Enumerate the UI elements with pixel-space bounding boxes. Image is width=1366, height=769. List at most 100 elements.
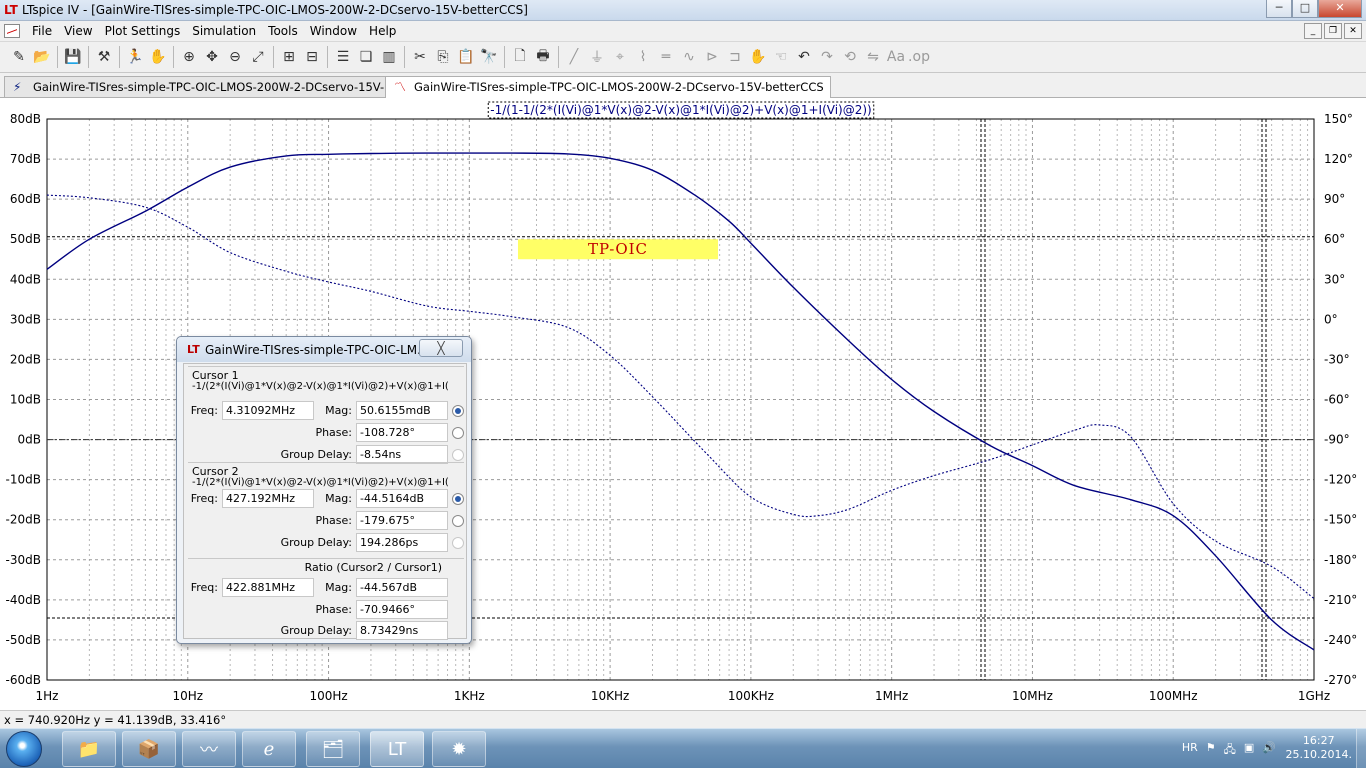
close-button[interactable]: ✕ [1318, 0, 1362, 18]
network-icon[interactable]: 🖧 [1224, 741, 1236, 760]
paste-icon[interactable]: 📋 [455, 46, 477, 68]
folder-window-taskbar-icon[interactable]: 🗂 [306, 731, 360, 767]
menu-simulation[interactable]: Simulation [186, 24, 262, 39]
display-icon[interactable]: ▣ [1244, 741, 1254, 760]
menu-help[interactable]: Help [363, 24, 402, 39]
zoom-pan-icon[interactable]: ✥ [201, 46, 223, 68]
scope-taskbar-icon[interactable]: 〰 [182, 731, 236, 767]
x-tick-label: 1MHz [875, 689, 908, 703]
diode-icon[interactable]: ⊳ [701, 46, 723, 68]
redo-icon[interactable]: ↷ [816, 46, 838, 68]
y-left-tick-label: -10dB [6, 473, 41, 487]
menu-tools[interactable]: Tools [262, 24, 304, 39]
ratio-phase-field[interactable]: -70.9466° [356, 600, 448, 619]
cursor-dialog[interactable]: LT GainWire-TISres-simple-TPC-OIC-LM... … [176, 336, 472, 644]
resistor-icon[interactable]: ⌇ [632, 46, 654, 68]
minimize-button[interactable]: ─ [1266, 0, 1292, 18]
grid-icon[interactable]: ⊟ [301, 46, 323, 68]
start-button[interactable] [6, 731, 42, 767]
cursor1-mag-field[interactable]: 50.6155mdB [356, 401, 448, 420]
text-icon[interactable]: Aa [885, 46, 907, 68]
cascade-icon[interactable]: ❏ [355, 46, 377, 68]
tab-schematic[interactable]: ⚡ GainWire-TISres-simple-TPC-OIC-LMOS-20… [4, 76, 450, 97]
undo-icon[interactable]: ↶ [793, 46, 815, 68]
spice-directive-icon[interactable]: .op [908, 46, 930, 68]
component-icon[interactable]: ⊐ [724, 46, 746, 68]
cursor1-group-delay-radio[interactable] [452, 449, 464, 461]
capacitor-icon[interactable]: ═ [655, 46, 677, 68]
show-desktop-button[interactable] [1356, 729, 1366, 769]
trace-label: -1/(1-1/(2*(I(Vi)@1*V(x)@2-V(x)@1*I(Vi)@… [490, 103, 872, 117]
language-indicator[interactable]: HR [1182, 741, 1198, 760]
clock[interactable]: 16:27 25.10.2014. [1286, 734, 1352, 762]
zoom-fit-icon[interactable]: ⤢ [247, 46, 269, 68]
tile-vertical-icon[interactable]: ▥ [378, 46, 400, 68]
cursor2-mag-field[interactable]: -44.5164dB [356, 489, 448, 508]
tab-waveform[interactable]: 〽 GainWire-TISres-simple-TPC-OIC-LMOS-20… [385, 76, 831, 98]
menu-window[interactable]: Window [304, 24, 363, 39]
print-preview-icon[interactable]: 🗋 [509, 46, 531, 68]
mdi-restore-button[interactable]: ❐ [1324, 23, 1342, 39]
copy-icon[interactable]: ⎘ [432, 46, 454, 68]
system-tray: HR ⚑ 🖧 ▣ 🔊 [1182, 741, 1276, 760]
cursor1-mag-radio[interactable] [452, 405, 464, 417]
cursor1-phase-radio[interactable] [452, 427, 464, 439]
volume-icon[interactable]: 🔊 [1262, 741, 1276, 760]
cursor1-freq-field[interactable]: 4.31092MHz [222, 401, 314, 420]
ground-icon[interactable]: ⏚ [586, 46, 608, 68]
cursor2-phase-radio[interactable] [452, 515, 464, 527]
window-controls: ─ □ ✕ [1266, 0, 1362, 18]
cursor2-mag-radio[interactable] [452, 493, 464, 505]
dialog-titlebar[interactable]: LT GainWire-TISres-simple-TPC-OIC-LM... … [177, 337, 471, 362]
document-icon[interactable] [4, 24, 20, 38]
cursor2-expression: -1/(2*(I(Vi)@1*V(x)@2-V(x)@1*I(Vi)@2)+V(… [192, 477, 448, 488]
cut-icon[interactable]: ✂ [409, 46, 431, 68]
move-icon[interactable]: ✋ [747, 46, 769, 68]
cursor2-group-delay-field[interactable]: 194.286ps [356, 533, 448, 552]
cursor2-freq-field[interactable]: 427.192MHz [222, 489, 314, 508]
find-icon[interactable]: 🔭 [478, 46, 500, 68]
mdi-minimize-button[interactable]: _ [1304, 23, 1322, 39]
menu-plot-settings[interactable]: Plot Settings [99, 24, 187, 39]
open-file-icon[interactable]: 📂 [31, 46, 53, 68]
ratio-freq-field[interactable]: 422.881MHz [222, 578, 314, 597]
explorer-taskbar-icon[interactable]: 📁 [62, 731, 116, 767]
label-net-icon[interactable]: ⌖ [609, 46, 631, 68]
run-icon[interactable]: 🏃 [124, 46, 146, 68]
print-icon[interactable]: 🖶 [532, 46, 554, 68]
ratio-group-delay-field[interactable]: 8.73429ns [356, 621, 448, 640]
cursor2-phase-field[interactable]: -179.675° [356, 511, 448, 530]
new-schematic-icon[interactable]: ✎ [8, 46, 30, 68]
dialog-close-button[interactable]: ╳ [419, 339, 463, 357]
mirror-icon[interactable]: ⇋ [862, 46, 884, 68]
ratio-mag-field[interactable]: -44.567dB [356, 578, 448, 597]
installer-taskbar-icon[interactable]: 📦 [122, 731, 176, 767]
ie-taskbar-icon[interactable]: ℯ [242, 731, 296, 767]
rotate-icon[interactable]: ⟲ [839, 46, 861, 68]
zoom-out-icon[interactable]: ⊖ [224, 46, 246, 68]
cursor2-group-delay-radio[interactable] [452, 537, 464, 549]
menu-view[interactable]: View [58, 24, 98, 39]
x-tick-label: 100MHz [1149, 689, 1198, 703]
paint-splash-taskbar-icon[interactable]: ✹ [432, 731, 486, 767]
cursor2-phase-label: Phase: [315, 514, 352, 527]
cursor1-phase-field[interactable]: -108.728° [356, 423, 448, 442]
maximize-button[interactable]: □ [1292, 0, 1318, 18]
zoom-in-icon[interactable]: ⊕ [178, 46, 200, 68]
save-icon[interactable]: 💾 [62, 46, 84, 68]
tile-horizontal-icon[interactable]: ☰ [332, 46, 354, 68]
halt-icon[interactable]: ✋ [147, 46, 169, 68]
mdi-close-button[interactable]: ✕ [1344, 23, 1362, 39]
cursor2-group: Cursor 2 -1/(2*(I(Vi)@1*V(x)@2-V(x)@1*I(… [188, 462, 464, 556]
ltspice-taskbar-icon[interactable]: LT [370, 731, 424, 767]
ltspice-logo-icon: LT [4, 3, 18, 17]
inductor-icon[interactable]: ∿ [678, 46, 700, 68]
menu-file[interactable]: File [26, 24, 58, 39]
drag-icon[interactable]: ☜ [770, 46, 792, 68]
document-tabs: ⚡ GainWire-TISres-simple-TPC-OIC-LMOS-20… [0, 73, 1366, 98]
wire-icon[interactable]: ╱ [563, 46, 585, 68]
autorange-icon[interactable]: ⊞ [278, 46, 300, 68]
control-panel-icon[interactable]: ⚒ [93, 46, 115, 68]
ratio-title: Ratio (Cursor2 / Cursor1) [304, 561, 442, 574]
action-center-icon[interactable]: ⚑ [1206, 741, 1216, 760]
